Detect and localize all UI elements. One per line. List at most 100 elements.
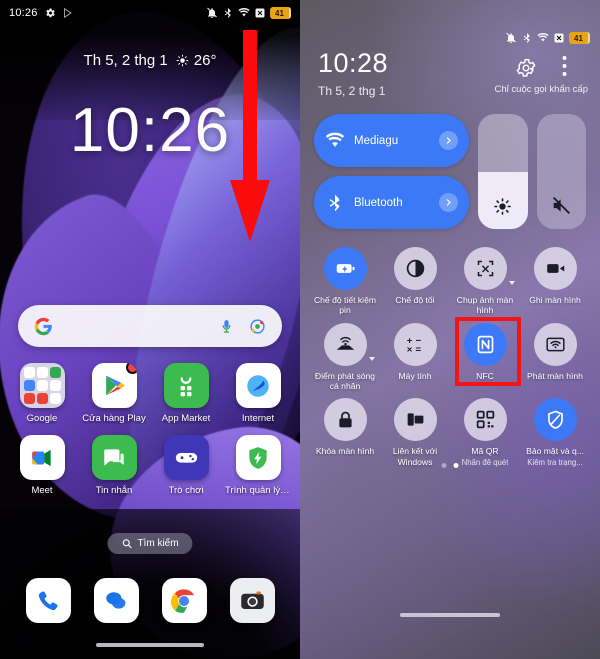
app-messages-vn[interactable]: Tin nhắn (81, 435, 147, 496)
tile-link-to-windows[interactable]: Liên kết với Windows (380, 394, 450, 467)
bluetooth-icon (523, 33, 530, 43)
right-phone-quick-settings: 41 10:28 Th 5, 2 thg 1 Chỉ cuộc gọi khẩn… (300, 0, 600, 659)
calculator-icon: + − × = (393, 322, 437, 366)
lockscreen-temperature: 26° (193, 52, 217, 69)
page-dot-active[interactable] (453, 463, 459, 468)
tile-calculator[interactable]: + − × = Máy tính (380, 319, 450, 392)
hotspot-icon (323, 322, 367, 366)
game-center-icon (163, 435, 209, 480)
page-indicator (441, 463, 459, 468)
wifi-icon (325, 132, 345, 147)
tile-screenshot[interactable]: Chụp ảnh màn hình (450, 243, 520, 316)
google-meet-icon (19, 435, 65, 480)
app-game-center[interactable]: Trò chơi (153, 435, 219, 496)
google-search-bar[interactable] (18, 305, 282, 347)
red-down-arrow-icon (230, 30, 270, 242)
search-icon (122, 539, 132, 549)
app-label: App Market (161, 413, 211, 424)
dock (0, 578, 300, 623)
microphone-icon[interactable] (218, 318, 235, 335)
wifi-tile[interactable]: Mediagu (314, 114, 470, 167)
left-status-bar: 10:26 41 (0, 0, 300, 26)
screen-record-icon (533, 247, 577, 290)
app-label: Trình quản lý đ... (225, 485, 291, 496)
app-play-store[interactable]: Cửa hàng Play (81, 363, 147, 424)
dock-phone-icon[interactable] (25, 578, 71, 623)
app-market-icon (163, 363, 209, 408)
search-pill[interactable]: Tìm kiếm (107, 533, 193, 554)
dock-camera-icon[interactable] (229, 578, 275, 623)
tile-label: Ghi màn hình (529, 295, 581, 305)
tile-qr-code[interactable]: Mã QR Nhấn để quét (450, 394, 520, 467)
screenshot-root: 10:26 41 Th 5, 2 thg 1 26° 10:26 Google … (0, 0, 600, 659)
tile-battery-saver[interactable]: Chế độ tiết kiệm pin (310, 243, 380, 316)
internet-browser-icon (235, 363, 281, 408)
cast-screen-icon (533, 322, 577, 366)
tile-cast-screen[interactable]: Phát màn hình (520, 319, 590, 392)
phone-manager-icon (235, 435, 281, 480)
app-internet[interactable]: Internet (225, 363, 291, 424)
tile-label: Chế độ tiết kiệm pin (313, 295, 377, 316)
wifi-icon (537, 32, 549, 42)
security-shield-icon (533, 398, 577, 442)
home-indicator (96, 643, 204, 647)
tile-label: Phát màn hình (527, 370, 583, 381)
dock-messages-icon[interactable] (93, 578, 139, 623)
page-dot[interactable] (441, 463, 447, 468)
google-folder-icon (19, 363, 65, 408)
tile-label: Liên kết với Windows (392, 446, 438, 467)
bluetooth-icon (224, 8, 231, 18)
tile-label: Chụp ảnh màn hình (456, 295, 514, 316)
battery-saver-icon (323, 247, 367, 290)
chevron-right-icon[interactable] (439, 193, 459, 212)
tile-screen-record[interactable]: Ghi màn hình (520, 243, 590, 316)
notification-badge (125, 363, 137, 374)
app-phone-manager[interactable]: Trình quản lý đ... (225, 435, 291, 496)
tile-label: Máy tính (398, 370, 432, 381)
tile-hotspot[interactable]: Điểm phát sóng cá nhân (310, 319, 380, 392)
tile-row-2: Điểm phát sóng cá nhân + − × = Máy tính NFC (310, 319, 590, 392)
carrier-status-text: Chỉ cuộc gọi khẩn cấp (494, 84, 588, 95)
overflow-menu-button[interactable] (562, 55, 567, 82)
lockscreen-date: Th 5, 2 thg 1 (83, 52, 168, 69)
bluetooth-icon (329, 194, 340, 211)
volume-mute-tile[interactable] (536, 114, 587, 229)
right-status-bar: 41 (505, 32, 590, 44)
link-to-windows-icon (393, 398, 437, 442)
tile-dark-mode[interactable]: Chế độ tối (380, 243, 450, 316)
app-label: Cửa hàng Play (82, 413, 146, 424)
tile-nfc[interactable]: NFC (450, 319, 520, 392)
wifi-icon (238, 7, 250, 17)
google-g-icon (34, 317, 52, 335)
app-label: Trò chơi (168, 485, 204, 496)
quick-settings-tile-grid: Chế độ tiết kiệm pin Chế độ tối Chụp ảnh… (310, 243, 590, 468)
tile-sublabel: Kiểm tra trạng... (527, 458, 583, 467)
sim-x-icon (255, 8, 265, 18)
tile-lock-screen[interactable]: Khóa màn hình (310, 394, 380, 467)
tile-label: Điểm phát sóng cá nhân (314, 370, 376, 391)
chevron-down-icon[interactable] (369, 356, 375, 361)
tile-sublabel: Nhấn để quét (461, 458, 509, 467)
volume-mute-icon (552, 196, 570, 215)
brightness-slider[interactable] (478, 114, 528, 229)
svg-text:=: = (415, 344, 421, 355)
quick-settings-date: Th 5, 2 thg 1 (318, 84, 386, 98)
messages-green-icon (91, 435, 137, 480)
settings-gear-button[interactable] (515, 57, 537, 84)
bluetooth-tile[interactable]: Bluetooth (314, 176, 470, 229)
tile-label: NFC (476, 370, 494, 381)
chevron-down-icon[interactable] (509, 281, 515, 285)
tile-security[interactable]: Bảo mật và q... Kiểm tra trạng... (520, 394, 590, 467)
chevron-right-icon[interactable] (439, 131, 459, 150)
sim-x-icon (554, 33, 564, 43)
google-lens-icon[interactable] (249, 318, 266, 335)
app-row-2: Meet Tin nhắn Trò chơi Trình quản lý đ..… (0, 435, 300, 496)
tile-row-1: Chế độ tiết kiệm pin Chế độ tối Chụp ảnh… (310, 243, 590, 316)
app-google-folder[interactable]: Google (9, 363, 75, 424)
app-app-market[interactable]: App Market (153, 363, 219, 424)
app-meet[interactable]: Meet (9, 435, 75, 496)
lock-icon (323, 398, 367, 442)
gear-icon (45, 8, 55, 18)
nfc-icon (463, 322, 507, 366)
dock-chrome-icon[interactable] (161, 578, 207, 623)
